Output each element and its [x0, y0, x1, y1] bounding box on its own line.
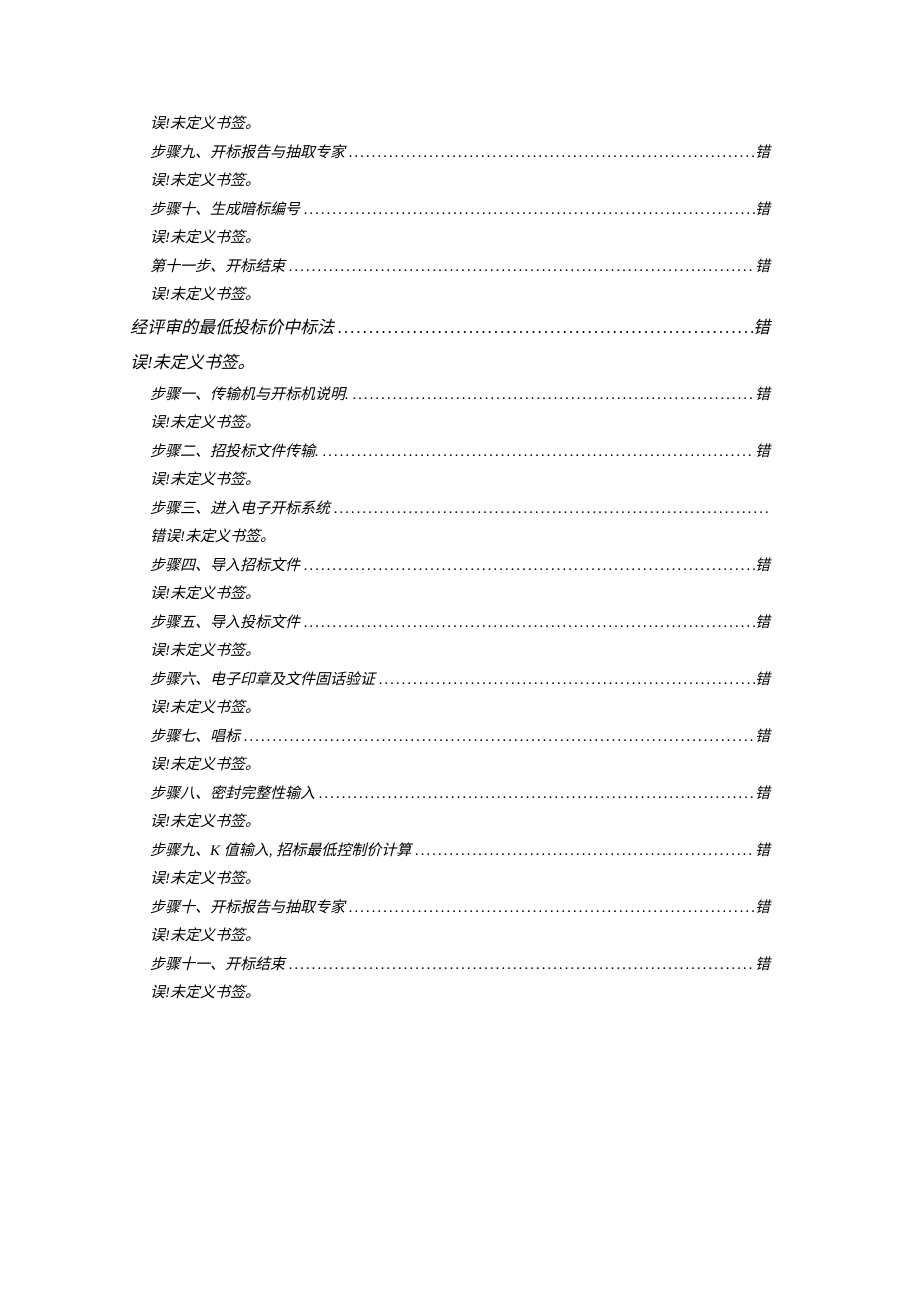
- toc-error-text: 误!未定义书签。: [150, 694, 770, 723]
- toc-leader-dots: [300, 609, 755, 638]
- toc-entry: 步骤六、电子印章及文件固话验证 错: [150, 666, 770, 695]
- toc-page: 错: [755, 837, 770, 866]
- toc-page: 错: [755, 253, 770, 282]
- toc-entry: 步骤十、开标报告与抽取专家 错: [150, 894, 770, 923]
- toc-label: 步骤八、密封完整性输入: [150, 780, 315, 809]
- toc-error-text: 误!未定义书签。: [150, 808, 770, 837]
- toc-page: 错: [755, 609, 770, 638]
- toc-leader-dots: [345, 139, 755, 168]
- toc-page: 错: [755, 894, 770, 923]
- toc-label: 步骤一、传输机与开标机说明.: [150, 381, 349, 410]
- toc-entry: 步骤二、招投标文件传输. 错: [150, 438, 770, 467]
- toc-leader-dots: [345, 894, 755, 923]
- toc-label: 步骤三、进入电子开标系统: [150, 495, 330, 524]
- toc-label: 步骤七、唱标: [150, 723, 240, 752]
- toc-error-text: 误!未定义书签。: [150, 637, 770, 666]
- toc-entry: 步骤八、密封完整性输入 错: [150, 780, 770, 809]
- toc-entry: 步骤三、进入电子开标系统: [150, 495, 770, 524]
- toc-leader-dots: [285, 253, 755, 282]
- toc-label: 步骤四、导入招标文件: [150, 552, 300, 581]
- toc-leader-dots: [240, 723, 755, 752]
- toc-leader-dots: [285, 951, 755, 980]
- toc-page: 错: [755, 666, 770, 695]
- toc-container: 误!未定义书签。步骤九、开标报告与抽取专家错误!未定义书签。步骤十、生成暗标编号…: [150, 110, 770, 1008]
- toc-entry: 步骤五、导入投标文件 错: [150, 609, 770, 638]
- toc-leader-dots: [300, 552, 755, 581]
- toc-label: 步骤九、开标报告与抽取专家: [150, 139, 345, 168]
- toc-error-text: 误!未定义书签。: [150, 922, 770, 951]
- toc-error-text: 误!未定义书签。: [150, 224, 770, 253]
- toc-entry: 步骤九、K 值输入, 招标最低控制价计算 错: [150, 837, 770, 866]
- toc-entry: 步骤四、导入招标文件 错: [150, 552, 770, 581]
- toc-page: 错: [753, 310, 770, 346]
- toc-leader-dots: [334, 310, 753, 346]
- toc-error-text: 误!未定义书签。: [150, 865, 770, 894]
- toc-error-text: 误!未定义书签。: [150, 466, 770, 495]
- toc-leader-dots: [315, 780, 755, 809]
- toc-page: 错: [755, 552, 770, 581]
- toc-error-text: 误!未定义书签。: [150, 167, 770, 196]
- toc-label: 第十一步、开标结束: [150, 253, 285, 282]
- toc-leader-dots: [411, 837, 755, 866]
- toc-label: 经评审的最低投标价中标法: [130, 310, 334, 346]
- toc-label: 步骤二、招投标文件传输.: [150, 438, 319, 467]
- toc-page: 错: [755, 381, 770, 410]
- toc-error-text: 误!未定义书签。: [150, 110, 770, 139]
- toc-leader-dots: [330, 495, 770, 524]
- toc-error-text: 误!未定义书签。: [150, 751, 770, 780]
- toc-page: 错: [755, 723, 770, 752]
- toc-page: 错: [755, 780, 770, 809]
- toc-entry: 步骤十一、开标结束 错: [150, 951, 770, 980]
- toc-leader-dots: [349, 381, 755, 410]
- toc-label: 步骤十、开标报告与抽取专家: [150, 894, 345, 923]
- toc-label: 步骤十、生成暗标编号: [150, 196, 300, 225]
- toc-entry: 步骤十、生成暗标编号 错: [150, 196, 770, 225]
- toc-error-text: 误!未定义书签。: [150, 580, 770, 609]
- toc-error-text: 误!未定义书签。: [150, 281, 770, 310]
- toc-leader-dots: [319, 438, 755, 467]
- toc-entry: 步骤一、传输机与开标机说明. 错: [150, 381, 770, 410]
- toc-page: 错: [755, 196, 770, 225]
- toc-entry: 经评审的最低投标价中标法 错: [130, 310, 770, 346]
- toc-error-text: 误!未定义书签。: [150, 409, 770, 438]
- toc-label: 步骤五、导入投标文件: [150, 609, 300, 638]
- toc-label: 步骤六、电子印章及文件固话验证: [150, 666, 375, 695]
- toc-error-text: 错误!未定义书签。: [150, 523, 770, 552]
- toc-page: 错: [755, 438, 770, 467]
- toc-leader-dots: [300, 196, 755, 225]
- toc-entry: 步骤九、开标报告与抽取专家 错: [150, 139, 770, 168]
- toc-label: 步骤九、K 值输入, 招标最低控制价计算: [150, 837, 411, 866]
- toc-entry: 第十一步、开标结束 错: [150, 253, 770, 282]
- toc-page: 错: [755, 139, 770, 168]
- toc-error-text: 误!未定义书签。: [130, 345, 770, 381]
- toc-entry: 步骤七、唱标 错: [150, 723, 770, 752]
- toc-label: 步骤十一、开标结束: [150, 951, 285, 980]
- toc-leader-dots: [375, 666, 755, 695]
- toc-error-text: 误!未定义书签。: [150, 979, 770, 1008]
- toc-page: 错: [755, 951, 770, 980]
